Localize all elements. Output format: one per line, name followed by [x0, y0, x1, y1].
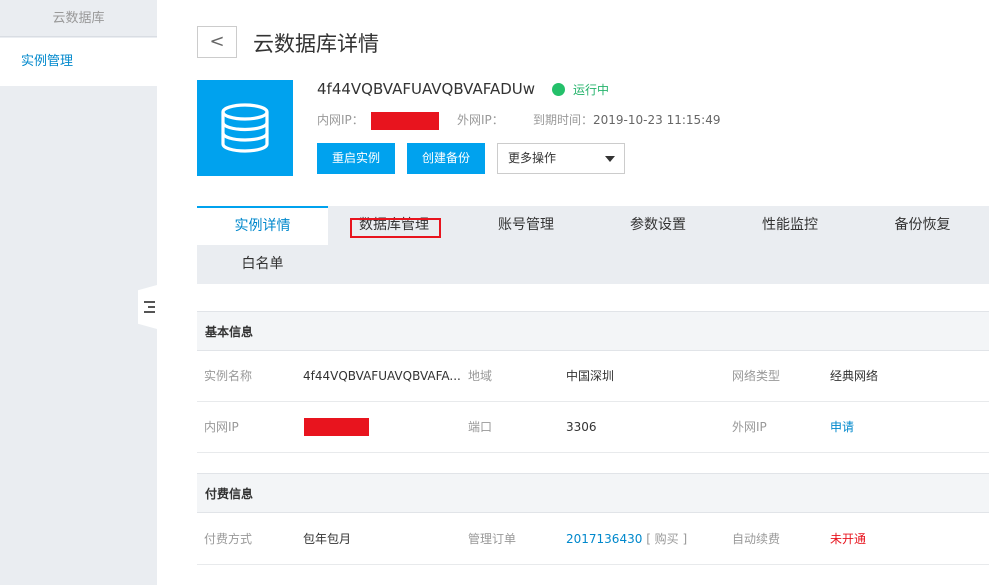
tab-backup-restore[interactable]: 备份恢复: [856, 206, 989, 245]
network-type-value: 经典网络: [830, 369, 879, 383]
more-actions-dropdown[interactable]: 更多操作: [497, 143, 625, 174]
more-actions-label: 更多操作: [508, 151, 557, 165]
port-value: 3306: [566, 420, 597, 434]
inner-ip-label: 内网IP：: [317, 113, 364, 127]
restart-instance-button[interactable]: 重启实例: [317, 143, 396, 174]
redacted-inner-ip-value: [304, 418, 369, 436]
status-badge: 运行中: [552, 81, 609, 98]
order-id-link[interactable]: 2017136430: [566, 532, 642, 546]
tab-whitelist[interactable]: 白名单: [197, 245, 328, 284]
order-cell: 2017136430 [ 购买 ]: [566, 514, 687, 565]
network-type-label: 网络类型: [732, 369, 781, 383]
tab-bar: 实例详情 数据库管理 账号管理 参数设置 性能监控 备份恢复 白名单: [197, 206, 989, 284]
auto-renew-label: 自动续费: [732, 532, 781, 546]
highlight-outline: [350, 218, 441, 238]
inner-ip-row-label: 内网IP: [204, 420, 239, 434]
tab-performance-monitor[interactable]: 性能监控: [724, 206, 856, 245]
menu-collapse-icon: [144, 301, 155, 313]
port-label: 端口: [468, 420, 493, 434]
table-row: 付费方式 包年包月 管理订单 2017136430 [ 购买 ] 自动续费 未开…: [197, 514, 989, 565]
basic-info-header: 基本信息: [197, 311, 989, 351]
buy-link[interactable]: [ 购买 ]: [646, 532, 687, 546]
outer-ip-meta: 外网IP：: [457, 111, 504, 128]
expire-label: 到期时间：: [533, 113, 594, 127]
pay-method-label: 付费方式: [204, 532, 253, 546]
outer-ip-row-label: 外网IP: [732, 420, 767, 434]
apply-outer-ip-link[interactable]: 申请: [830, 402, 854, 453]
tab-instance-details[interactable]: 实例详情: [197, 206, 328, 245]
instance-name-value: 4f44VQBVAFUAVQBVAFA...: [303, 369, 461, 383]
status-dot-icon: [552, 83, 565, 96]
redacted-inner-ip: [370, 111, 439, 130]
pay-method-value: 包年包月: [303, 532, 352, 546]
back-button[interactable]: <: [197, 26, 237, 58]
tab-parameter-settings[interactable]: 参数设置: [592, 206, 724, 245]
outer-ip-label: 外网IP：: [457, 113, 504, 127]
region-value: 中国深圳: [566, 369, 615, 383]
database-icon: [197, 80, 293, 176]
chevron-left-icon: <: [209, 31, 225, 52]
inner-ip-meta: 内网IP：: [317, 111, 439, 130]
instance-id: 4f44VQBVAFUAVQBVAFADUw: [317, 80, 536, 98]
page-title: 云数据库详情: [253, 32, 379, 56]
sidebar-item-instance-management[interactable]: 实例管理: [0, 38, 157, 86]
expire-value: 2019-10-23 11:15:49: [593, 113, 721, 127]
sidebar-title: 云数据库: [0, 0, 157, 37]
tab-account-management[interactable]: 账号管理: [460, 206, 592, 245]
database-icon-svg: [221, 103, 269, 153]
auto-renew-status[interactable]: 未开通: [830, 514, 866, 565]
sidebar: 云数据库 实例管理: [0, 0, 157, 585]
sidebar-collapse-handle[interactable]: [138, 285, 157, 329]
instance-name-label: 实例名称: [204, 369, 253, 383]
manage-order-label: 管理订单: [468, 532, 517, 546]
table-row: 内网IP 端口 3306 外网IP 申请: [197, 402, 989, 453]
table-row: 实例名称 4f44VQBVAFUAVQBVAFA... 地域 中国深圳 网络类型…: [197, 351, 989, 402]
create-backup-button[interactable]: 创建备份: [407, 143, 486, 174]
caret-down-icon: [605, 156, 615, 162]
billing-info-header: 付费信息: [197, 473, 989, 513]
expire-meta: 到期时间：2019-10-23 11:15:49: [533, 111, 720, 128]
region-label: 地域: [468, 369, 493, 383]
status-text: 运行中: [573, 83, 610, 97]
